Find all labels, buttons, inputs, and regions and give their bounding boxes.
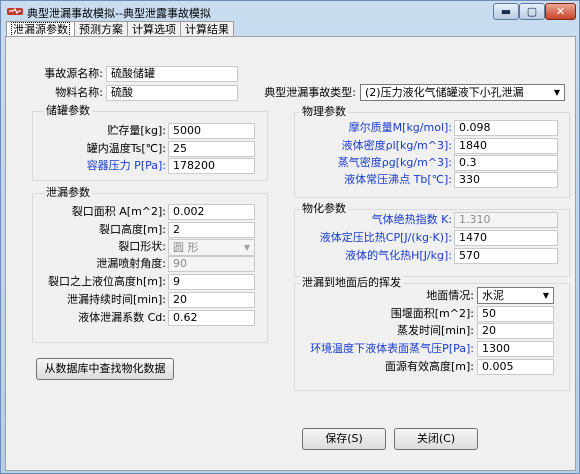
- window-title: 典型泄漏事故模拟--典型泄露事故模拟: [27, 7, 211, 20]
- molar-mass-field[interactable]: 0.098: [454, 120, 558, 136]
- leak-coefficient-field[interactable]: 0.62: [168, 310, 255, 326]
- close-icon: ✕: [555, 5, 566, 18]
- boiling-point-field[interactable]: 330: [454, 172, 558, 188]
- tab-label: 预测方案: [79, 23, 123, 36]
- leak-duration-field[interactable]: 20: [168, 292, 255, 308]
- material-name-label: 物料名称:: [55, 86, 103, 99]
- ground-condition-label: 地面情况:: [426, 289, 474, 302]
- dropdown-arrow-icon: ▼: [542, 291, 549, 300]
- minimize-icon: ▬: [500, 5, 512, 18]
- crack-height-label: 裂口高度[m]:: [98, 223, 166, 236]
- boiling-point-label: 液体常压沸点 Tb[℃]:: [344, 173, 452, 186]
- tab-panel: 事故源名称: 硫酸储罐 物料名称: 硫酸 典型泄漏事故类型: (2)压力液化气储…: [5, 36, 576, 471]
- tab-label: 计算结果: [185, 23, 229, 36]
- material-name-field[interactable]: 硫酸: [106, 85, 238, 101]
- tank-temperature-field[interactable]: 25: [168, 141, 255, 157]
- evaporation-time-label: 蒸发时间[min]:: [396, 324, 474, 337]
- accident-type-select[interactable]: (2)压力液化气储罐液下小孔泄漏 ▼: [360, 84, 565, 101]
- container-pressure-label: 容器压力 P[Pa]:: [86, 159, 166, 172]
- bund-area-label: 围堰面积[m^2]:: [390, 307, 474, 320]
- evaporation-time-field[interactable]: 20: [477, 323, 554, 339]
- crack-area-label: 裂口面积 A[m^2]:: [71, 205, 166, 218]
- maximize-icon: ▢: [526, 5, 538, 18]
- dropdown-arrow-icon: ▼: [243, 243, 250, 252]
- leak-coefficient-label: 液体泄漏系数 Cd:: [78, 311, 166, 324]
- ground-condition-select[interactable]: 水泥 ▼: [477, 287, 554, 304]
- vapor-density-label: 蒸气密度ρg[kg/m^3]:: [337, 156, 452, 169]
- source-name-label: 事故源名称:: [44, 67, 103, 80]
- source-name-field[interactable]: 硫酸储罐: [106, 66, 238, 82]
- vapor-density-field[interactable]: 0.3: [454, 155, 558, 171]
- liquid-density-label: 液体密度ρl[kg/m^3]:: [341, 139, 452, 152]
- main-window: 典型泄漏事故模拟--典型泄露事故模拟 ▬ ▢ ✕ 泄漏源参数 预测方案 计算选项…: [0, 0, 580, 474]
- tab-prediction-plan[interactable]: 预测方案: [74, 21, 128, 37]
- vapor-pressure-field[interactable]: 1300: [477, 341, 554, 357]
- crack-height-field[interactable]: 2: [168, 222, 255, 238]
- vaporization-heat-field[interactable]: 570: [454, 248, 558, 264]
- molar-mass-label: 摩尔质量M[kg/mol]:: [348, 121, 452, 134]
- tab-bar: 泄漏源参数 预测方案 计算选项 计算结果: [6, 21, 234, 38]
- source-height-label: 面源有效高度[m]:: [384, 360, 474, 373]
- minimize-button[interactable]: ▬: [493, 3, 519, 20]
- specific-heat-field[interactable]: 1470: [454, 230, 558, 246]
- save-button[interactable]: 保存(S): [302, 428, 386, 450]
- vapor-pressure-label: 环境温度下液体表面蒸气压P[Pa]:: [310, 342, 474, 355]
- spray-angle-field[interactable]: 90: [168, 256, 255, 272]
- adiabatic-index-label: 气体绝热指数 K:: [371, 213, 452, 226]
- dropdown-arrow-icon: ▼: [553, 88, 560, 97]
- crack-shape-value: 圆 形: [173, 241, 199, 254]
- maximize-button[interactable]: ▢: [519, 3, 545, 20]
- crack-area-field[interactable]: 0.002: [168, 204, 255, 220]
- tank-temperature-label: 罐内温度Ts[℃]:: [86, 142, 166, 155]
- leak-params-title: 泄漏参数: [44, 186, 92, 200]
- storage-amount-label: 贮存量[kg]:: [107, 124, 166, 137]
- crack-shape-select[interactable]: 圆 形 ▼: [168, 239, 255, 256]
- source-height-field[interactable]: 0.005: [477, 359, 554, 375]
- close-window-button[interactable]: ✕: [545, 3, 576, 20]
- tank-params-title: 储罐参数: [44, 104, 92, 118]
- physical-params-title: 物理参数: [300, 105, 348, 119]
- storage-amount-field[interactable]: 5000: [168, 123, 255, 139]
- app-logo-icon: [7, 7, 23, 15]
- bund-area-field[interactable]: 50: [477, 306, 554, 322]
- liquid-level-field[interactable]: 9: [168, 274, 255, 290]
- liquid-level-label: 裂口之上液位高度h[m]:: [48, 275, 166, 288]
- crack-shape-label: 裂口形状:: [118, 240, 166, 253]
- tab-calc-results[interactable]: 计算结果: [180, 21, 234, 37]
- accident-type-label: 典型泄漏事故类型:: [264, 86, 356, 99]
- leak-duration-label: 泄漏持续时间[min]:: [66, 293, 166, 306]
- adiabatic-index-field[interactable]: 1.310: [454, 212, 558, 228]
- tab-label: 泄漏源参数: [11, 22, 70, 37]
- vaporization-heat-label: 液体的气化热H[J/kg]:: [345, 249, 452, 262]
- tab-label: 计算选项: [132, 23, 176, 36]
- container-pressure-field[interactable]: 178200: [168, 158, 255, 174]
- accident-type-value: (2)压力液化气储罐液下小孔泄漏: [365, 86, 524, 99]
- lookup-database-button[interactable]: 从数据库中查找物化数据: [36, 358, 174, 380]
- liquid-density-field[interactable]: 1840: [454, 138, 558, 154]
- specific-heat-label: 液体定压比热CP[J/(kg·K)]:: [319, 231, 452, 244]
- tab-calc-options[interactable]: 计算选项: [127, 21, 181, 37]
- title-bar: 典型泄漏事故模拟--典型泄露事故模拟 ▬ ▢ ✕: [1, 1, 579, 23]
- ground-condition-value: 水泥: [482, 289, 504, 302]
- spray-angle-label: 泄漏喷射角度:: [96, 257, 166, 270]
- close-button[interactable]: 关闭(C): [394, 428, 478, 450]
